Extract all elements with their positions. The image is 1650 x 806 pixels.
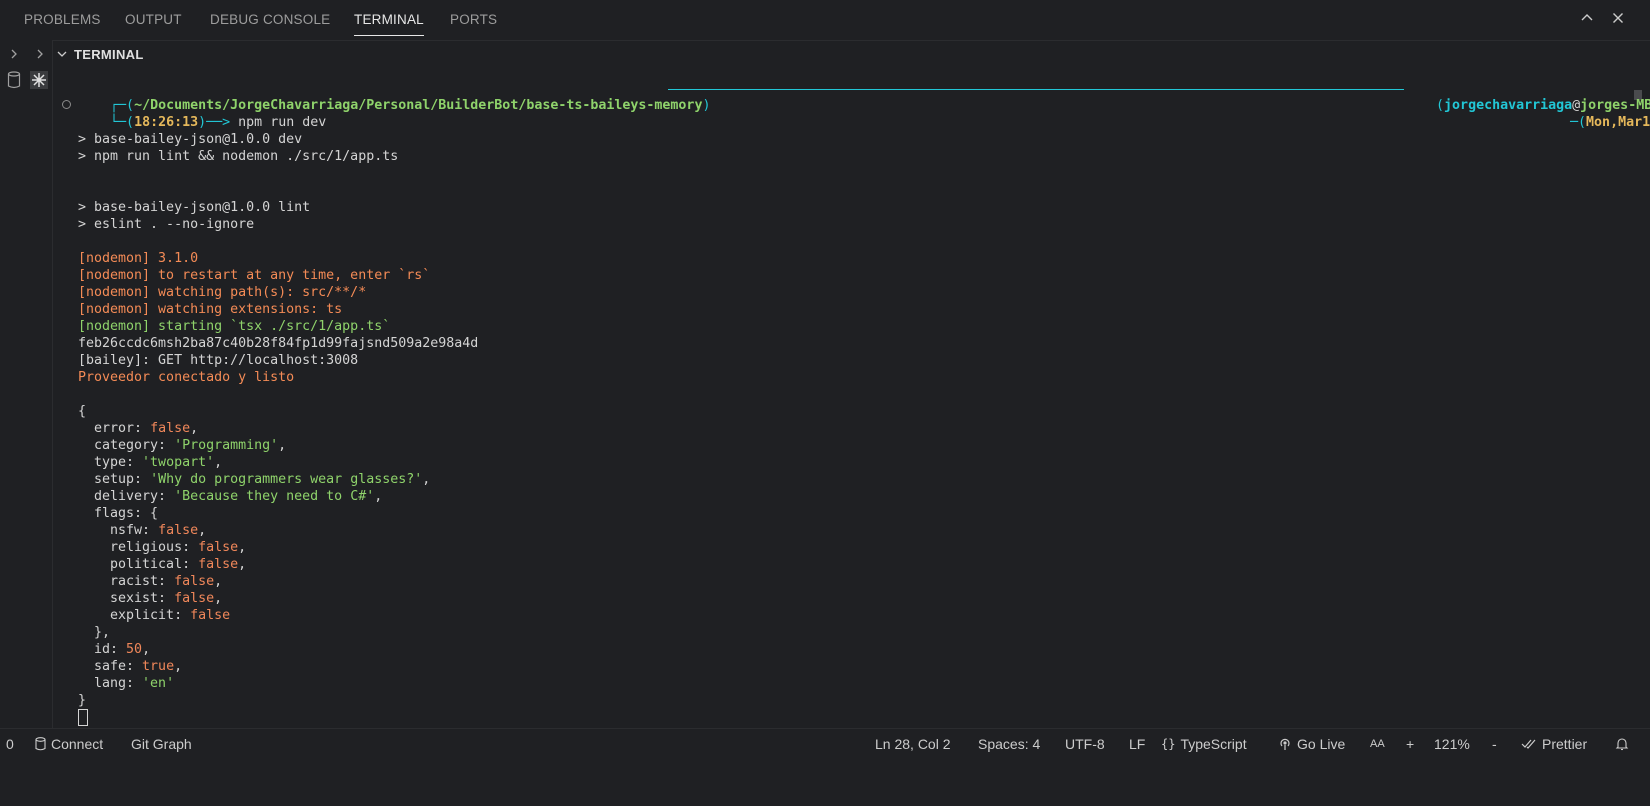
nodemon-line: [nodemon] starting `tsx ./src/1/app.ts`	[78, 319, 391, 334]
status-count[interactable]: 0	[6, 735, 14, 753]
database-icon[interactable]	[4, 70, 24, 90]
output-line: > eslint . --no-ignore	[78, 217, 255, 232]
chevron-right-icon[interactable]	[30, 44, 50, 64]
prompt-rule	[668, 89, 1404, 90]
connect-button[interactable]: Connect	[35, 735, 103, 753]
eol-setting[interactable]: LF	[1129, 735, 1145, 753]
output-line: > base-bailey-json@1.0.0 dev	[78, 132, 303, 147]
terminal-section-header[interactable]: TERMINAL	[56, 42, 144, 66]
chevron-up-icon[interactable]	[1577, 8, 1597, 28]
json-line: id: 50,	[78, 642, 151, 657]
json-line: explicit: false	[78, 608, 231, 623]
tab-debug-console[interactable]: DEBUG CONSOLE	[210, 12, 330, 27]
output-line: Proveedor conectado y listo	[78, 370, 295, 385]
tab-terminal[interactable]: TERMINAL	[354, 12, 424, 36]
tab-output[interactable]: OUTPUT	[125, 12, 182, 27]
bell-icon[interactable]	[1615, 735, 1629, 753]
braces-icon: {}	[1161, 737, 1176, 751]
nodemon-line: [nodemon] 3.1.0	[78, 251, 199, 266]
double-check-icon	[1521, 739, 1536, 749]
json-line: lang: 'en'	[78, 676, 175, 691]
encoding-setting[interactable]: UTF-8	[1065, 735, 1105, 753]
git-graph-button[interactable]: Git Graph	[131, 735, 192, 753]
prompt-user-host: (jorgechavarriaga@jorges-MBP:s003)─┐	[1436, 98, 1650, 113]
broadcast-icon	[1280, 738, 1290, 750]
terminal-cursor[interactable]	[78, 709, 88, 726]
json-line: religious: false,	[78, 540, 247, 555]
tab-ports[interactable]: PORTS	[450, 12, 497, 27]
prompt-line-bottom: └─(18:26:13)──> npm run dev	[110, 115, 327, 130]
prompt-time: 18:26:13	[134, 115, 199, 130]
json-line: }	[78, 693, 87, 708]
font-size-icon[interactable]: AA	[1370, 735, 1385, 753]
panel-tab-bar: PROBLEMS OUTPUT DEBUG CONSOLE TERMINAL P…	[0, 0, 1650, 41]
status-bar: 0 Connect Git Graph Ln 28, Col 2 Spaces:…	[0, 728, 1650, 757]
json-line: type: 'twopart',	[78, 455, 223, 470]
cursor-position[interactable]: Ln 28, Col 2	[875, 735, 951, 753]
command-decoration-icon[interactable]	[62, 100, 71, 109]
go-live-button[interactable]: Go Live	[1278, 735, 1345, 753]
language-mode[interactable]: {} TypeScript	[1161, 735, 1247, 753]
output-line: [bailey]: GET http://localhost:3008	[78, 353, 359, 368]
tab-problems[interactable]: PROBLEMS	[24, 12, 101, 27]
prettier-button[interactable]: Prettier	[1521, 735, 1587, 753]
zoom-level[interactable]: 121%	[1434, 735, 1470, 753]
json-line: safe: true,	[78, 659, 183, 674]
json-line: flags: {	[78, 506, 159, 521]
terminal-section-title: TERMINAL	[74, 46, 144, 62]
left-activity-strip	[0, 40, 53, 728]
json-line: error: false,	[78, 421, 199, 436]
nodemon-line: [nodemon] watching extensions: ts	[78, 302, 343, 317]
output-line: > base-bailey-json@1.0.0 lint	[78, 200, 311, 215]
terminal-output[interactable]: ┌─(~/Documents/JorgeChavarriaga/Personal…	[78, 75, 1650, 726]
zoom-in-button[interactable]: +	[1406, 735, 1414, 753]
nodemon-line: [nodemon] to restart at any time, enter …	[78, 268, 431, 283]
json-line: racist: false,	[78, 574, 223, 589]
json-line: nsfw: false,	[78, 523, 207, 538]
chevron-down-icon	[57, 51, 67, 57]
json-line: {	[78, 404, 87, 419]
output-line: feb26ccdc6msh2ba87c40b28f84fp1d99fajsnd5…	[78, 336, 479, 351]
close-icon[interactable]	[1608, 8, 1628, 28]
json-line: category: 'Programming',	[78, 438, 287, 453]
prompt-command: npm run dev	[238, 115, 327, 130]
json-line: setup: 'Why do programmers wear glasses?…	[78, 472, 431, 487]
json-line: political: false,	[78, 557, 247, 572]
snowflake-icon[interactable]	[29, 70, 49, 90]
zoom-out-button[interactable]: -	[1492, 735, 1497, 753]
indentation-setting[interactable]: Spaces: 4	[978, 735, 1040, 753]
json-line: sexist: false,	[78, 591, 223, 606]
output-line: > npm run lint && nodemon ./src/1/app.ts	[78, 149, 399, 164]
nodemon-line: [nodemon] watching path(s): src/**/*	[78, 285, 367, 300]
json-line: delivery: 'Because they need to C#',	[78, 489, 383, 504]
database-icon	[35, 737, 46, 751]
prompt-line-top: ┌─(~/Documents/JorgeChavarriaga/Personal…	[110, 98, 711, 113]
chevron-right-icon[interactable]	[4, 44, 24, 64]
json-line: },	[78, 625, 111, 640]
prompt-date: ─(Mon,Mar18)─┘	[1570, 115, 1650, 130]
